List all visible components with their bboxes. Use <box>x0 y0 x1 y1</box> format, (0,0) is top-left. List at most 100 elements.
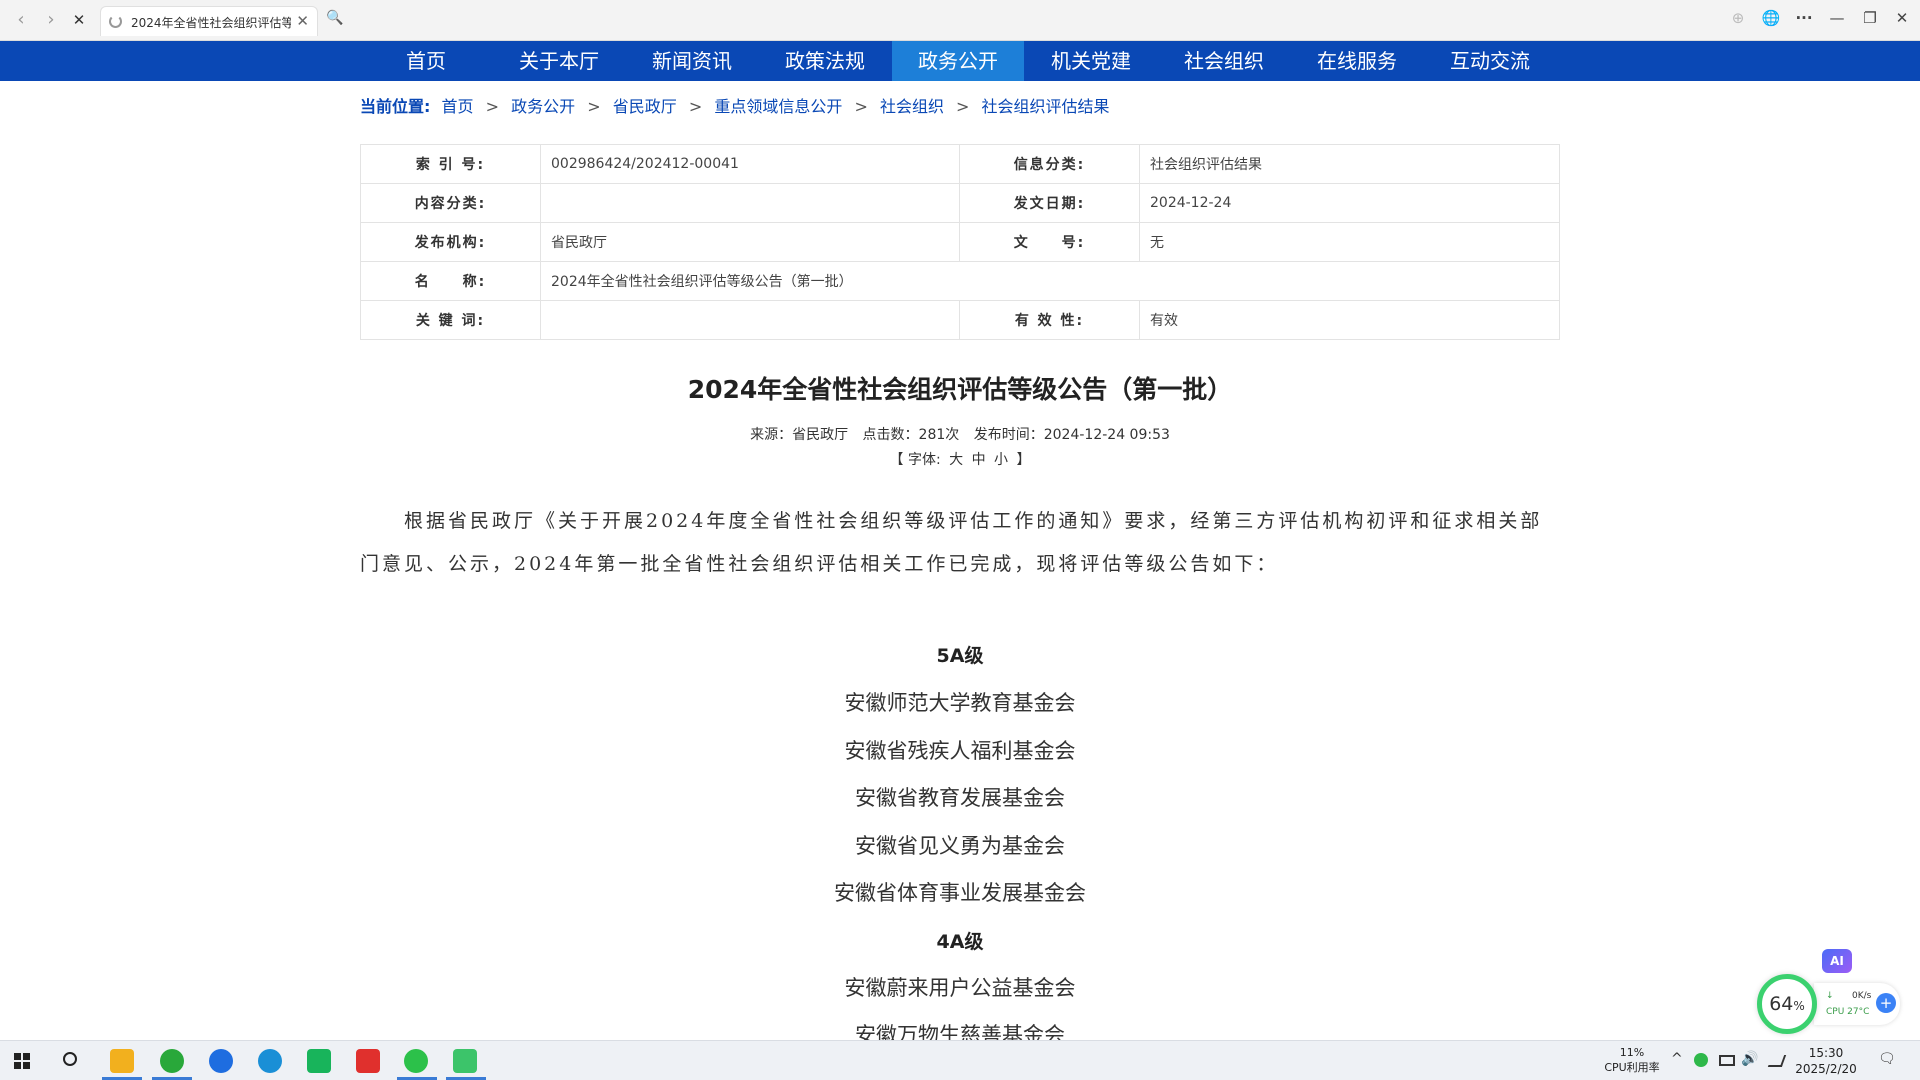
speaker-icon[interactable]: 🔊 <box>1741 1051 1758 1067</box>
font-large-button[interactable]: 大 <box>949 452 963 468</box>
font-medium-button[interactable]: 中 <box>972 452 986 468</box>
restore-icon[interactable]: ❐ <box>1859 9 1881 27</box>
nav-item-party[interactable]: 机关党建 <box>1025 41 1157 81</box>
loading-spinner-icon <box>109 15 122 28</box>
clock-time: 15:30 <box>1808 1046 1844 1060</box>
edge-icon[interactable] <box>258 1049 282 1073</box>
article-source: 来源：省民政厅 <box>750 427 849 443</box>
tray-chevron-icon[interactable]: ^ <box>1671 1051 1683 1067</box>
back-icon[interactable]: ‹ <box>10 10 32 32</box>
font-bar-close: 】 <box>1016 452 1031 468</box>
cpu-usage-widget[interactable]: 11% CPU利用率 <box>1600 1045 1664 1075</box>
tab-title: 2024年全省性社会组织评估等 <box>131 16 291 30</box>
tray-app-icon[interactable] <box>1694 1053 1708 1067</box>
cpu-usage-label: CPU利用率 <box>1604 1061 1660 1074</box>
taskbar-clock[interactable]: 15:30 2025/2/20 <box>1792 1045 1860 1077</box>
breadcrumb-link-social-org[interactable]: 社会组织 <box>880 97 944 116</box>
system-monitor-panel[interactable]: ↓ 0K/s CPU 27°C + <box>1814 983 1900 1025</box>
breadcrumb-link-home[interactable]: 首页 <box>442 97 474 116</box>
windows-start-icon[interactable] <box>14 1053 30 1069</box>
list-item: 安徽省教育发展基金会 <box>855 786 1065 810</box>
breadcrumb-link-gov-affairs[interactable]: 政务公开 <box>511 97 575 116</box>
publisher-value: 省民政厅 <box>540 222 960 262</box>
taskbar: 11% CPU利用率 ^ 🔊 15:30 2025/2/20 🗨 <box>0 1040 1920 1080</box>
info-category-value: 社会组织评估结果 <box>1139 144 1560 184</box>
cpu-temperature: CPU 27°C <box>1826 1007 1870 1017</box>
nav-item-policy[interactable]: 政策法规 <box>759 41 891 81</box>
nav-item-interaction[interactable]: 互动交流 <box>1424 41 1556 81</box>
wechat-icon[interactable] <box>404 1049 428 1073</box>
download-icon[interactable]: ⊕ <box>1727 9 1749 27</box>
wps-icon[interactable] <box>356 1049 380 1073</box>
file-explorer-icon[interactable] <box>110 1049 134 1073</box>
more-icon[interactable]: ··· <box>1793 9 1815 27</box>
nav-item-social-org[interactable]: 社会组织 <box>1158 41 1290 81</box>
stop-loading-icon[interactable]: ✕ <box>68 10 90 32</box>
list-item: 安徽省残疾人福利基金会 <box>844 739 1076 763</box>
issue-date-label: 发文日期: <box>959 183 1140 223</box>
meta-row: 名 称: 2024年全省性社会组织评估等级公告（第一批） <box>360 261 1560 301</box>
download-arrow-icon: ↓ <box>1826 991 1834 1001</box>
plus-icon[interactable]: + <box>1876 993 1896 1013</box>
browser-tab[interactable]: 2024年全省性社会组织评估等 ✕ <box>100 6 318 36</box>
nav-item-gov-affairs[interactable]: 政务公开 <box>892 41 1024 81</box>
breadcrumb-link-eval-results[interactable]: 社会组织评估结果 <box>982 97 1110 116</box>
forward-icon[interactable]: › <box>40 10 62 32</box>
search-icon[interactable] <box>63 1052 77 1066</box>
globe-icon[interactable]: 🌐 <box>1760 9 1782 27</box>
breadcrumb-link-key-areas[interactable]: 重点领域信息公开 <box>714 97 842 116</box>
app-green-icon[interactable] <box>307 1049 331 1073</box>
nav-item-about[interactable]: 关于本厅 <box>493 41 625 81</box>
nav-item-news[interactable]: 新闻资讯 <box>626 41 758 81</box>
window-close-icon[interactable]: ✕ <box>1891 9 1913 27</box>
browser-toolbar: ‹ › ✕ 2024年全省性社会组织评估等 ✕ 🔍 ⊕ 🌐 ··· — ❐ ✕ <box>0 0 1920 41</box>
validity-label: 有 效 性: <box>959 300 1140 340</box>
issue-date-value: 2024-12-24 <box>1139 183 1560 223</box>
tab-close-icon[interactable]: ✕ <box>296 12 309 30</box>
list-item: 安徽师范大学教育基金会 <box>844 691 1076 715</box>
cpu-usage-value: 11% <box>1619 1046 1645 1059</box>
article-body: 根据省民政厅《关于开展2024年度全省性社会组织等级评估工作的通知》要求，经第三… <box>360 510 1543 575</box>
browser-app-icon[interactable] <box>160 1049 184 1073</box>
keywords-value <box>540 300 960 340</box>
list-item: 安徽万物生慈善基金会 <box>855 1023 1065 1040</box>
clock-date: 2025/2/20 <box>1795 1062 1857 1076</box>
content-category-value <box>540 183 960 223</box>
list-item: 安徽蔚来用户公益基金会 <box>844 976 1076 1000</box>
font-size-bar: 【 字体: 大 中 小 】 <box>360 449 1560 469</box>
app-blue-icon[interactable] <box>209 1049 233 1073</box>
publisher-label: 发布机构: <box>360 222 541 262</box>
meta-row: 索 引 号: 002986424/202412-00041 信息分类: 社会组织… <box>360 144 1560 184</box>
grade-heading-4a: 4A级 <box>936 931 984 953</box>
index-no-label: 索 引 号: <box>360 144 541 184</box>
breadcrumb-separator: > <box>854 97 868 116</box>
app-monitor-icon[interactable] <box>453 1049 477 1073</box>
breadcrumb-label: 当前位置: <box>360 97 431 116</box>
list-item: 安徽省见义勇为基金会 <box>855 834 1065 858</box>
info-category-label: 信息分类: <box>959 144 1140 184</box>
doc-number-label: 文 号: <box>959 222 1140 262</box>
pen-icon[interactable] <box>1767 1055 1787 1067</box>
doc-name-label: 名 称: <box>360 261 541 301</box>
net-speed: 0K/s <box>1852 991 1872 1001</box>
article-meta: 来源：省民政厅 点击数：281次 发布时间：2024-12-24 09:53 <box>360 424 1560 444</box>
breadcrumb-separator: > <box>688 97 703 116</box>
breadcrumb-link-ministry[interactable]: 省民政厅 <box>613 97 677 116</box>
network-icon[interactable] <box>1719 1055 1735 1066</box>
meta-row: 内容分类: 发文日期: 2024-12-24 <box>360 183 1560 223</box>
notification-icon[interactable]: 🗨 <box>1878 1051 1896 1067</box>
ai-assistant-button[interactable]: AI <box>1822 949 1852 973</box>
gauge-unit: % <box>1793 999 1805 1013</box>
nav-item-home[interactable]: 首页 <box>360 41 492 81</box>
breadcrumb: 当前位置: 首页 > 政务公开 > 省民政厅 > 重点领域信息公开 > 社会组织… <box>360 93 1110 117</box>
font-small-button[interactable]: 小 <box>994 452 1008 468</box>
keywords-label: 关 键 词: <box>360 300 541 340</box>
minimize-icon[interactable]: — <box>1826 9 1848 27</box>
article-clicks: 点击数：281次 <box>862 427 960 443</box>
memory-usage-gauge[interactable]: 64% <box>1757 974 1817 1034</box>
content-category-label: 内容分类: <box>360 183 541 223</box>
list-item: 安徽省体育事业发展基金会 <box>834 881 1086 905</box>
search-icon[interactable]: 🔍 <box>326 10 343 26</box>
nav-item-online-service[interactable]: 在线服务 <box>1291 41 1423 81</box>
breadcrumb-separator: > <box>956 97 970 116</box>
